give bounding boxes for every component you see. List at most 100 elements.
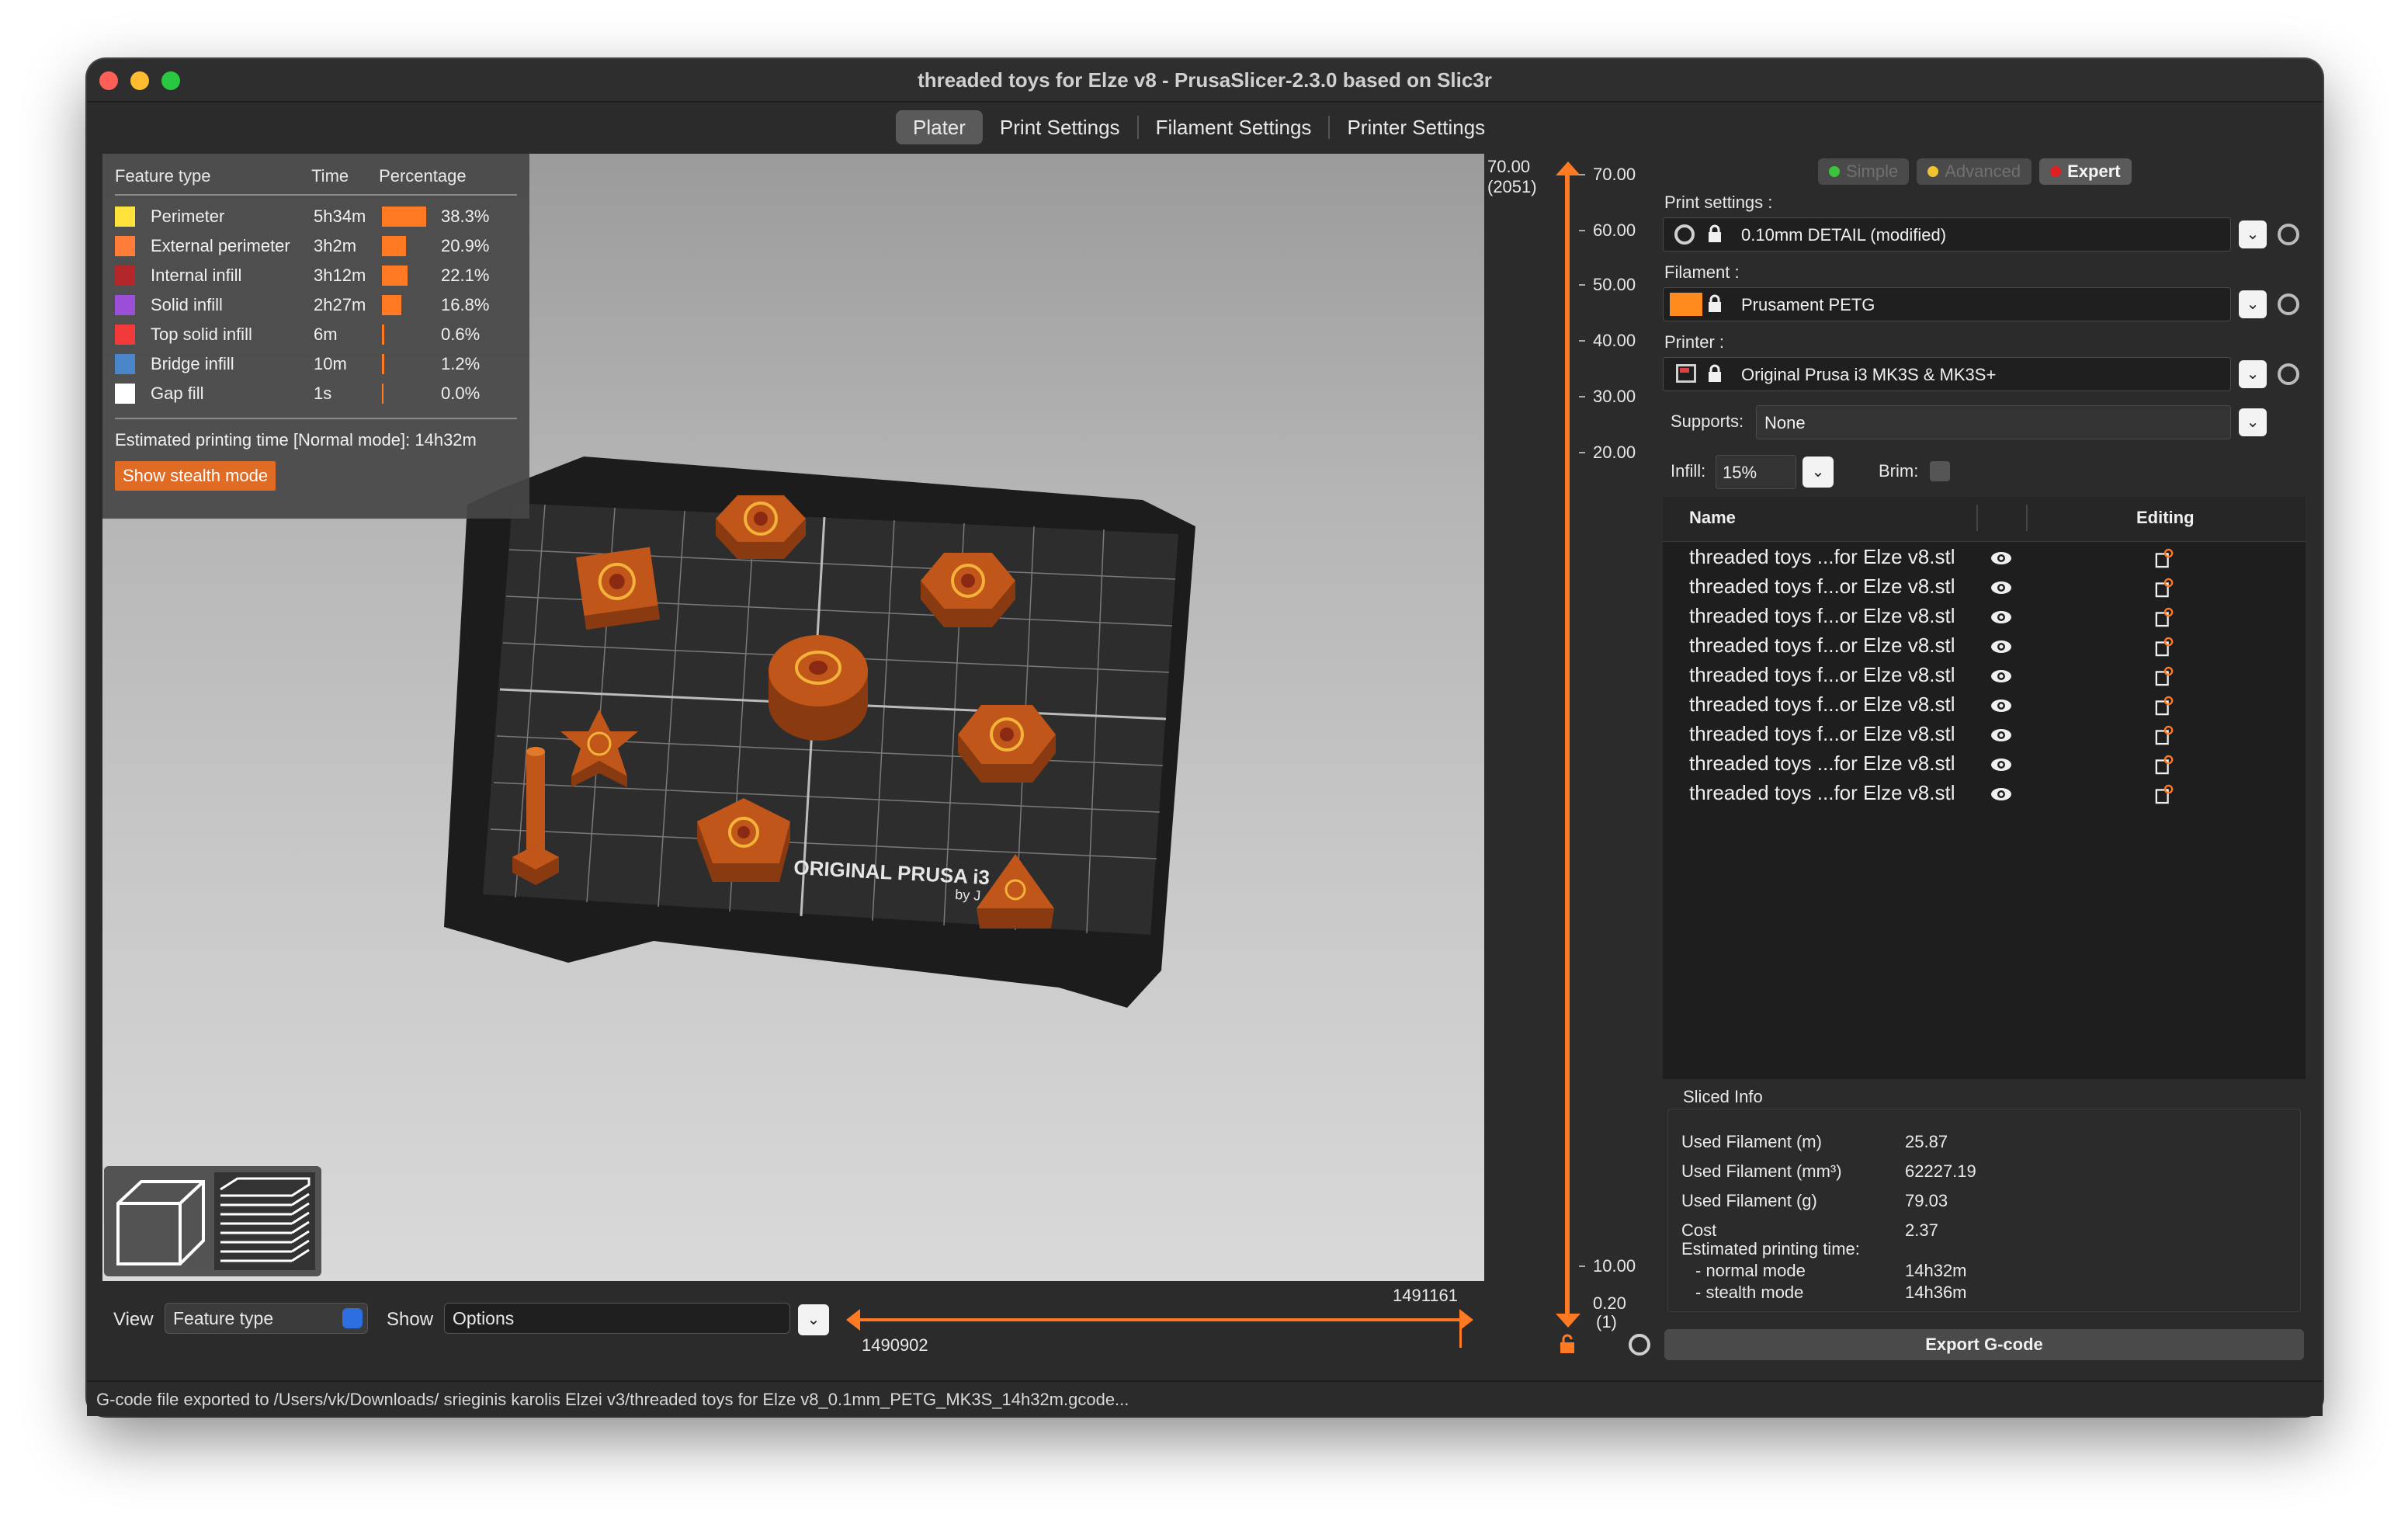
edit-settings-icon[interactable] — [2155, 607, 2174, 627]
supports-label: Supports: — [1671, 411, 1744, 431]
print-settings-edit-gear-icon[interactable] — [2278, 224, 2299, 245]
legend-header-time: Time — [311, 166, 349, 186]
view-type-select[interactable]: Feature type — [165, 1303, 368, 1334]
vertical-layer-slider[interactable] — [1565, 172, 1570, 1314]
legend-feature-percentage: 0.6% — [441, 325, 481, 344]
filament-edit-gear-icon[interactable] — [2278, 293, 2299, 315]
edit-settings-icon[interactable] — [2155, 666, 2174, 686]
printer-icon — [1676, 364, 1696, 383]
object-list-header-editing[interactable]: Editing — [2136, 508, 2195, 528]
edit-settings-icon[interactable] — [2155, 637, 2174, 657]
edit-settings-icon[interactable] — [2155, 725, 2174, 745]
slider-settings-gear-icon[interactable] — [1629, 1334, 1650, 1356]
tab-printer-settings[interactable]: Printer Settings — [1330, 110, 1502, 144]
legend-percentage-bar-fill — [382, 295, 402, 315]
eye-icon[interactable] — [1990, 581, 2012, 595]
legend-feature-name: Solid infill — [151, 295, 223, 314]
object-list-row[interactable]: threaded toys ...for Elze v8.stl — [1689, 545, 2295, 575]
tab-print-settings[interactable]: Print Settings — [983, 110, 1137, 144]
mode-advanced-button[interactable]: Advanced — [1917, 158, 2032, 185]
legend-feature-percentage: 22.1% — [441, 266, 490, 285]
brim-checkbox[interactable] — [1930, 461, 1950, 481]
export-gcode-button[interactable]: Export G-code — [1664, 1329, 2304, 1360]
object-list-row[interactable]: threaded toys f...or Elze v8.stl — [1689, 663, 2295, 693]
eye-icon[interactable] — [1990, 787, 2012, 801]
horizontal-move-slider[interactable] — [852, 1318, 1467, 1321]
infill-dropdown-button[interactable]: ⌄ — [1803, 457, 1834, 488]
title-bar: threaded toys for Elze v8 - PrusaSlicer-… — [87, 59, 2323, 102]
show-stealth-mode-button[interactable]: Show stealth mode — [115, 461, 276, 491]
edit-settings-icon[interactable] — [2155, 578, 2174, 598]
print-settings-combo[interactable]: 0.10mm DETAIL (modified) — [1663, 217, 2231, 252]
lock-icon[interactable] — [1559, 1334, 1576, 1354]
object-list-header-divider — [1976, 505, 1978, 531]
3d-view-toggle[interactable] — [110, 1172, 211, 1270]
edit-settings-icon[interactable] — [2155, 755, 2174, 775]
eye-icon[interactable] — [1990, 758, 2012, 772]
object-list-row[interactable]: threaded toys f...or Elze v8.stl — [1689, 604, 2295, 634]
supports-dropdown-button[interactable]: ⌄ — [2239, 408, 2267, 436]
layer-height-tick-label: 60.00 — [1593, 220, 1636, 240]
eye-icon[interactable] — [1990, 699, 2012, 713]
filament-dropdown-button[interactable]: ⌄ — [2239, 290, 2267, 318]
legend-feature-name: Perimeter — [151, 207, 225, 226]
eye-icon[interactable] — [1990, 640, 2012, 654]
eye-icon[interactable] — [1990, 669, 2012, 683]
print-settings-dropdown-button[interactable]: ⌄ — [2239, 220, 2267, 248]
normal-mode-value: 14h32m — [1905, 1261, 1967, 1280]
layers-icon — [220, 1177, 311, 1262]
preview-view-toggle[interactable] — [214, 1172, 315, 1270]
show-options-dropdown-button[interactable]: ⌄ — [798, 1304, 829, 1335]
edit-settings-icon[interactable] — [2155, 784, 2174, 804]
eye-icon[interactable] — [1990, 610, 2012, 624]
mode-expert-button[interactable]: Expert — [2039, 158, 2132, 185]
legend-feature-name: Internal infill — [151, 266, 242, 285]
object-list-header-name[interactable]: Name — [1689, 508, 1736, 528]
printer-lock-icon — [1707, 364, 1723, 383]
legend-feature-time: 6m — [314, 325, 338, 344]
legend-feature-time: 5h34m — [314, 207, 366, 226]
legend-feature-percentage: 38.3% — [441, 207, 490, 226]
vertical-slider-bottom-thumb[interactable] — [1556, 1314, 1580, 1328]
legend-percentage-bar — [382, 207, 436, 227]
object-list-row[interactable]: threaded toys ...for Elze v8.stl — [1689, 781, 2295, 811]
edit-settings-icon[interactable] — [2155, 696, 2174, 716]
mode-expert-dot — [2050, 166, 2062, 177]
mode-simple-button[interactable]: Simple — [1818, 158, 1910, 185]
eye-icon[interactable] — [1990, 728, 2012, 742]
object-list-row[interactable]: threaded toys ...for Elze v8.stl — [1689, 752, 2295, 781]
filament-combo[interactable]: Prusament PETG — [1663, 287, 2231, 321]
legend-color-swatch — [115, 266, 135, 286]
printer-dropdown-button[interactable]: ⌄ — [2239, 360, 2267, 388]
edit-settings-icon[interactable] — [2155, 548, 2174, 568]
object-name: threaded toys f...or Elze v8.stl — [1689, 693, 1955, 716]
printer-edit-gear-icon[interactable] — [2278, 363, 2299, 385]
object-list-row[interactable]: threaded toys f...or Elze v8.stl — [1689, 693, 2295, 722]
printer-combo[interactable]: Original Prusa i3 MK3S & MK3S+ — [1663, 357, 2231, 391]
tab-plater[interactable]: Plater — [896, 110, 983, 144]
infill-combo[interactable]: 15% — [1716, 455, 1796, 489]
show-options-select[interactable]: Options — [444, 1303, 790, 1334]
sliced-info-value: 2.37 — [1905, 1220, 1938, 1240]
chevron-down-icon: ⌄ — [2246, 366, 2260, 383]
object-list-row[interactable]: threaded toys f...or Elze v8.stl — [1689, 634, 2295, 663]
legend-row-bridge-infill: Bridge infill 10m 1.2% — [115, 349, 517, 379]
legend-color-swatch — [115, 295, 135, 315]
object-name: threaded toys f...or Elze v8.stl — [1689, 604, 1955, 627]
layer-height-tick-label: 40.00 — [1593, 331, 1636, 350]
legend-percentage-bar-fill — [382, 384, 383, 404]
main-tabs: Plater Print Settings Filament Settings … — [896, 110, 1502, 144]
object-list-row[interactable]: threaded toys f...or Elze v8.stl — [1689, 722, 2295, 752]
eye-icon[interactable] — [1990, 551, 2012, 565]
stealth-mode-label: - stealth mode — [1695, 1283, 1804, 1302]
tab-filament-settings[interactable]: Filament Settings — [1139, 110, 1329, 144]
object-name: threaded toys ...for Elze v8.stl — [1689, 752, 1955, 775]
filament-label: Filament : — [1664, 262, 1740, 282]
legend-color-swatch — [115, 207, 135, 227]
feature-legend: Feature type Time Percentage Perimeter 5h… — [102, 154, 529, 519]
vertical-slider-top-thumb[interactable] — [1556, 161, 1580, 175]
legend-feature-time: 3h12m — [314, 266, 366, 285]
horizontal-slider-low-thumb[interactable] — [846, 1309, 860, 1331]
object-list-row[interactable]: threaded toys f...or Elze v8.stl — [1689, 575, 2295, 604]
supports-combo[interactable]: None — [1756, 405, 2231, 439]
